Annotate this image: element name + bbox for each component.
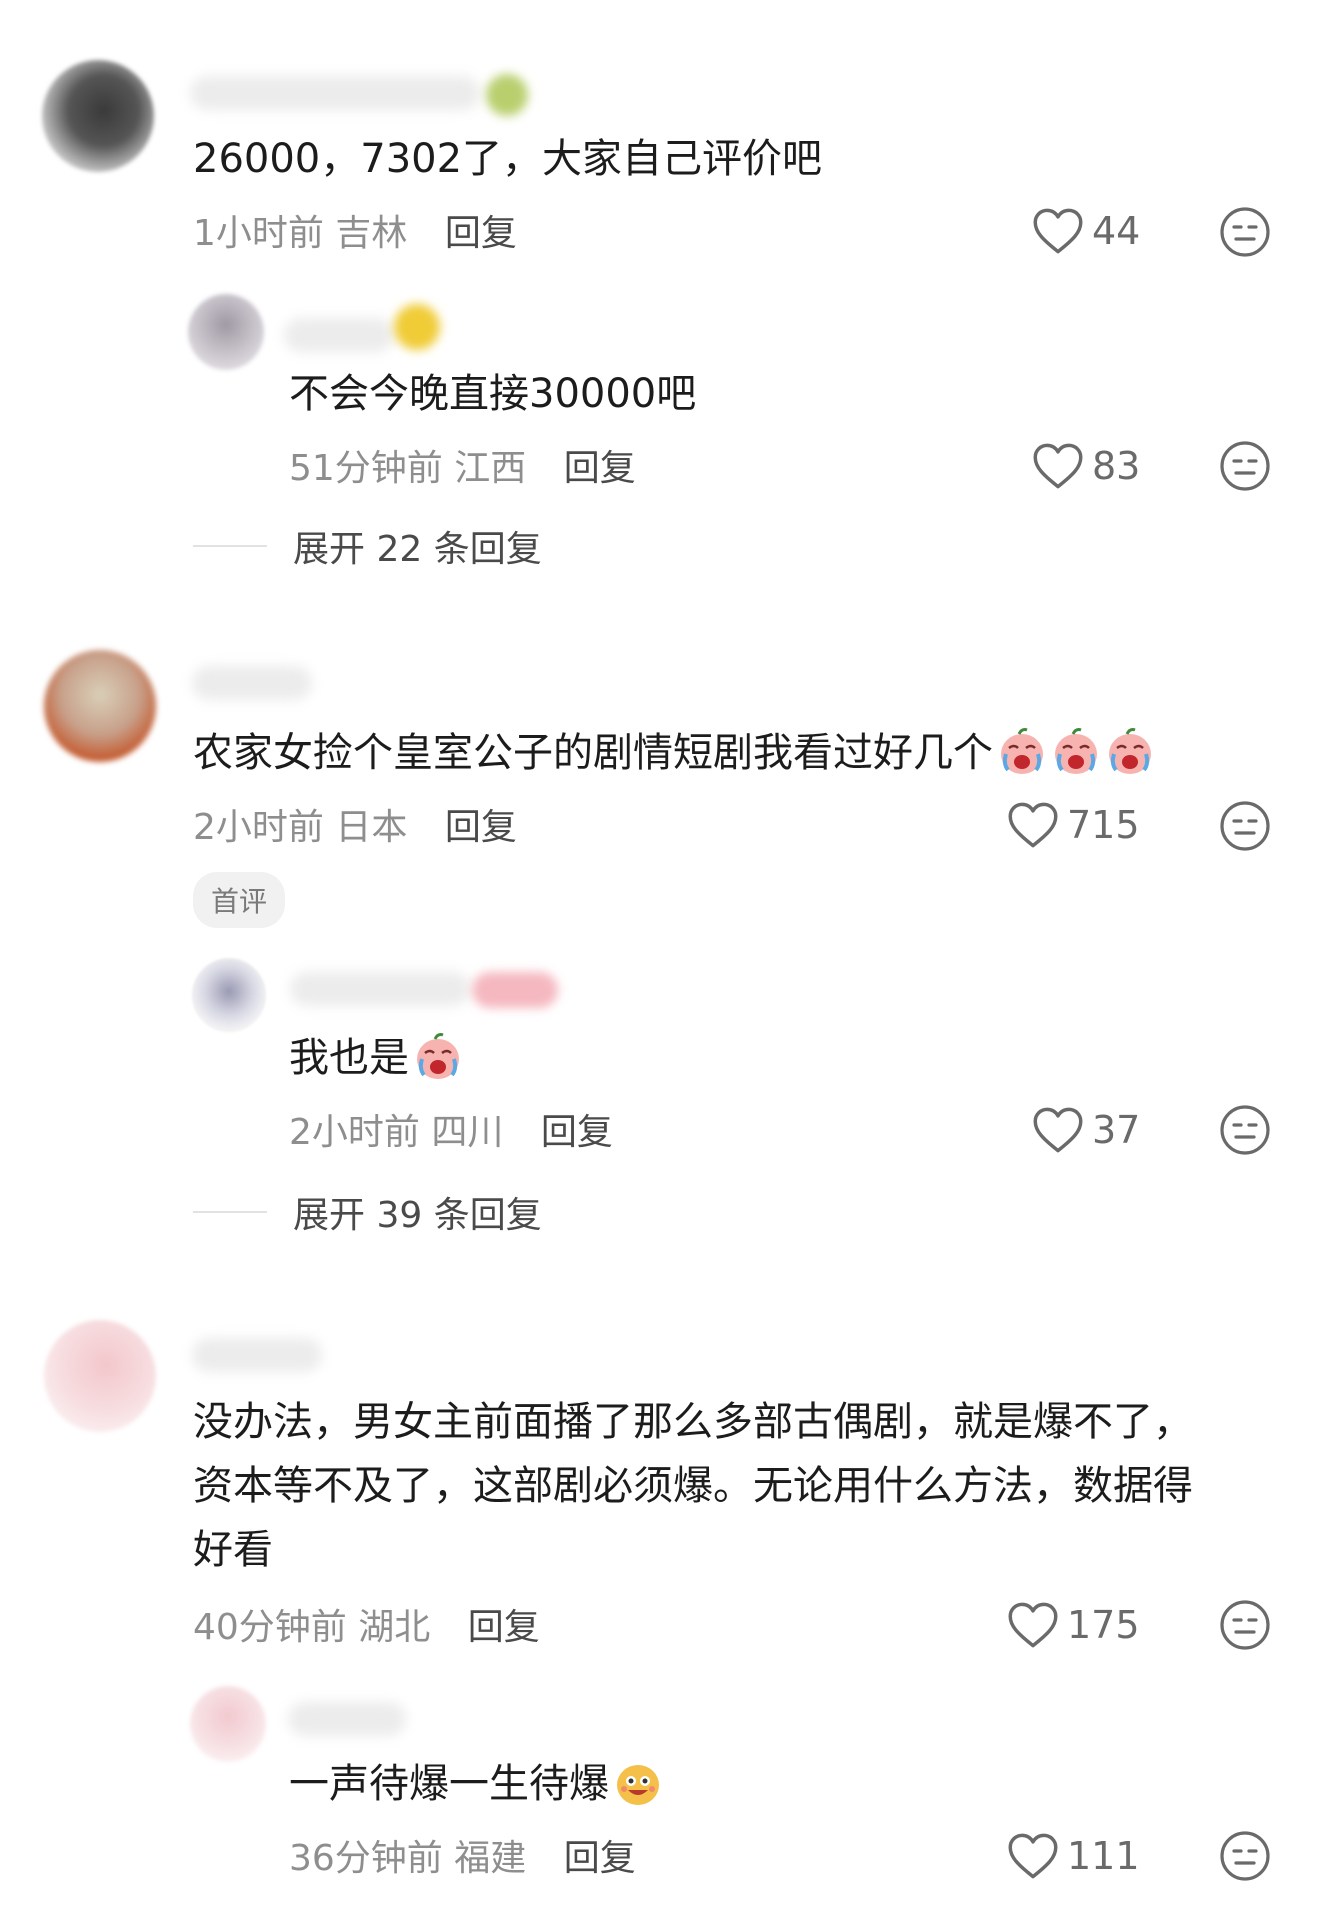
comment-text: 26000，7302了，大家自己评价吧 (193, 136, 823, 182)
like-count: 37 (1092, 1108, 1141, 1152)
heart-icon (1007, 1601, 1059, 1649)
avatar[interactable] (42, 60, 154, 172)
like-button[interactable]: 83 (1032, 442, 1140, 490)
heart-icon (1007, 1832, 1059, 1880)
avatar[interactable] (188, 294, 264, 370)
reply-time: 2小时前 (289, 1112, 420, 1153)
heart-icon (1032, 207, 1084, 255)
username-blurred[interactable] (284, 318, 394, 352)
reply-button[interactable]: 回复 (564, 1838, 636, 1879)
reply-meta: 51分钟前 江西 回复 (289, 439, 636, 491)
reply-meta: 36分钟前 福建 回复 (289, 1829, 636, 1881)
crying-face-emoji (1051, 726, 1101, 776)
like-button[interactable]: 37 (1032, 1106, 1140, 1154)
like-count: 44 (1092, 209, 1141, 253)
reply-location: 四川 (431, 1112, 504, 1153)
comment-time: 40分钟前 (193, 1607, 347, 1648)
reply-text-content: 一声待爆一生待爆 (289, 1761, 609, 1807)
first-comment-badge: 首评 (193, 872, 286, 928)
user-badge-icon (472, 972, 558, 1008)
like-button[interactable]: 175 (1007, 1601, 1140, 1649)
reply-button[interactable]: 回复 (541, 1112, 613, 1153)
dislike-icon[interactable] (1219, 440, 1271, 492)
username-blurred[interactable] (192, 666, 312, 700)
comment-text-line: 资本等不及了，这部剧必须爆。无论用什么方法，数据得 (193, 1463, 1193, 1509)
heart-icon (1007, 801, 1059, 849)
comment-location: 湖北 (358, 1607, 431, 1648)
reply-button[interactable]: 回复 (445, 213, 517, 254)
expand-label: 展开 22 条回复 (293, 529, 542, 570)
expand-replies-button[interactable]: 展开 39 条回复 (193, 1186, 542, 1238)
username-blurred[interactable] (288, 1702, 406, 1736)
dislike-icon[interactable] (1219, 1599, 1271, 1651)
like-count: 715 (1067, 803, 1140, 847)
heart-icon (1032, 1106, 1084, 1154)
like-count: 175 (1067, 1603, 1140, 1647)
reply-location: 江西 (454, 448, 527, 489)
crying-face-emoji (413, 1031, 463, 1081)
comment-text-line: 没办法，男女主前面播了那么多部古偶剧，就是爆不了， (193, 1399, 1193, 1445)
comment-location: 吉林 (335, 213, 408, 254)
grinning-face-emoji (613, 1757, 663, 1807)
dislike-icon[interactable] (1219, 1104, 1271, 1156)
divider (193, 545, 267, 547)
crying-face-emoji (1105, 726, 1155, 776)
reply-button[interactable]: 回复 (564, 448, 636, 489)
user-badge-icon (486, 74, 528, 116)
reply-location: 福建 (454, 1838, 527, 1879)
comment-text-content: 农家女捡个皇室公子的剧情短剧我看过好几个 (193, 730, 993, 776)
username-blurred[interactable] (192, 1338, 322, 1372)
avatar[interactable] (44, 650, 156, 762)
comment-location: 日本 (335, 807, 408, 848)
username-blurred[interactable] (290, 972, 470, 1006)
reply-button[interactable]: 回复 (468, 1607, 540, 1648)
comment-text-line: 好看 (193, 1527, 273, 1573)
username-blurred[interactable] (190, 76, 480, 110)
comment-meta: 1小时前 吉林 回复 (193, 204, 517, 256)
reply-time: 36分钟前 (289, 1838, 443, 1879)
like-button[interactable]: 715 (1007, 801, 1140, 849)
dislike-icon[interactable] (1219, 800, 1271, 852)
comment-meta: 40分钟前 湖北 回复 (193, 1598, 540, 1650)
expand-replies-button[interactable]: 展开 22 条回复 (193, 520, 542, 572)
comment-time: 2小时前 (193, 807, 324, 848)
like-count: 83 (1092, 444, 1141, 488)
divider (193, 1211, 267, 1213)
avatar[interactable] (192, 958, 266, 1032)
reply-text: 不会今晚直接30000吧 (289, 371, 697, 417)
comment-text: 没办法，男女主前面播了那么多部古偶剧，就是爆不了， 资本等不及了，这部剧必须爆。… (193, 1390, 1193, 1582)
reply-time: 51分钟前 (289, 448, 443, 489)
dislike-icon[interactable] (1219, 1830, 1271, 1882)
comment-time: 1小时前 (193, 213, 324, 254)
dislike-icon[interactable] (1219, 206, 1271, 258)
like-button[interactable]: 44 (1032, 207, 1140, 255)
crying-face-emoji (997, 726, 1047, 776)
user-badge-icon (394, 304, 440, 350)
avatar[interactable] (44, 1320, 156, 1432)
comment-meta: 2小时前 日本 回复 (193, 798, 517, 850)
like-count: 111 (1067, 1834, 1140, 1878)
heart-icon (1032, 442, 1084, 490)
comment-text: 农家女捡个皇室公子的剧情短剧我看过好几个 (193, 721, 1155, 785)
reply-button[interactable]: 回复 (445, 807, 517, 848)
reply-meta: 2小时前 四川 回复 (289, 1103, 613, 1155)
like-button[interactable]: 111 (1007, 1832, 1140, 1880)
reply-text-content: 我也是 (289, 1035, 409, 1081)
avatar[interactable] (190, 1686, 266, 1762)
reply-text: 一声待爆一生待爆 (289, 1752, 663, 1816)
reply-text: 我也是 (289, 1026, 463, 1090)
expand-label: 展开 39 条回复 (293, 1195, 542, 1236)
